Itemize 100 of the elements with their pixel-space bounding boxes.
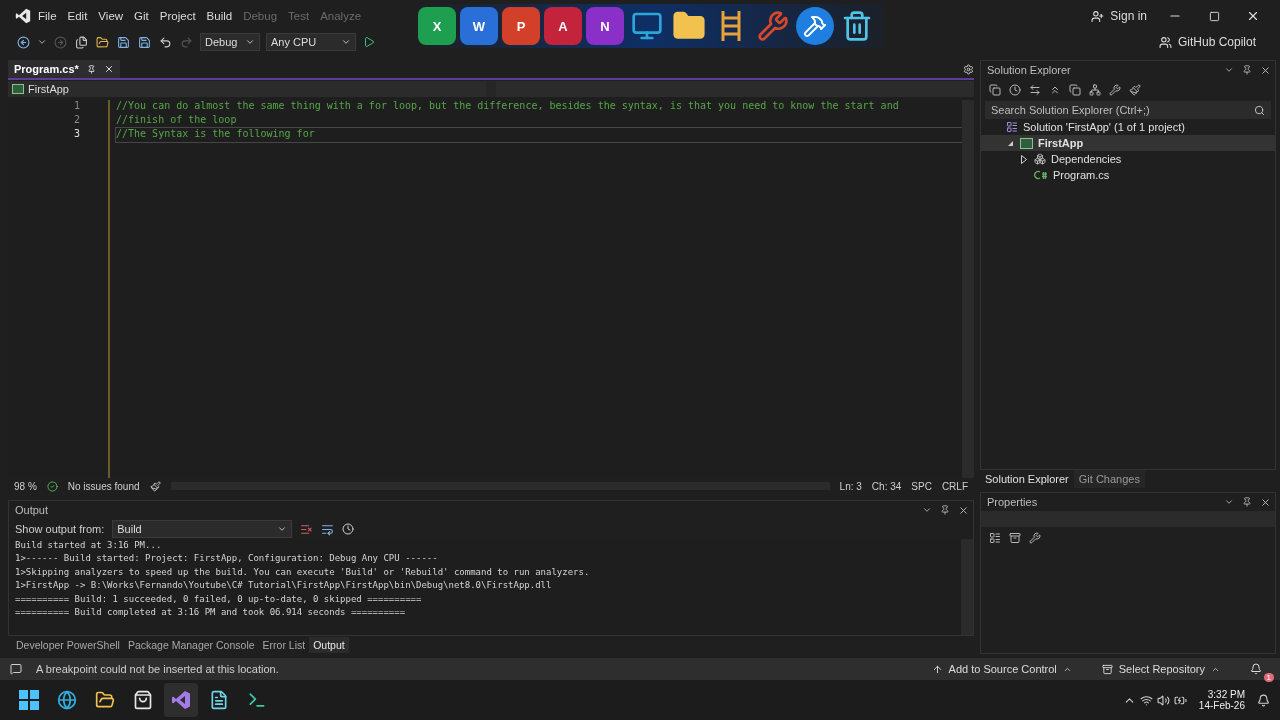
run-button[interactable] — [362, 35, 376, 49]
collapse-all-icon[interactable] — [1049, 84, 1061, 96]
caret-icon — [277, 524, 288, 534]
monitor-icon[interactable] — [631, 10, 663, 42]
issues-status[interactable]: No issues found — [67, 480, 140, 492]
save-icon — [138, 35, 151, 49]
whitespace-indicator[interactable]: SPC — [911, 480, 932, 492]
new-project-button[interactable] — [74, 34, 89, 50]
app-tile[interactable]: P — [502, 7, 540, 45]
app-tile[interactable]: N — [586, 7, 624, 45]
volume-icon[interactable] — [1156, 693, 1170, 707]
output-line: 1>FirstApp -> B:\Works\Fernando\Youtube\C# Tutorial\FirstApp\FirstApp\bin\Debug\net8.0\FirstApp.dll — [15, 580, 553, 593]
history-icon[interactable] — [1009, 84, 1021, 96]
settings-icon[interactable] — [963, 64, 974, 75]
clock-display[interactable]: 3:32 PM 14-Feb-26 — [1190, 689, 1253, 711]
tree-item[interactable]: Program.cs — [981, 167, 1275, 183]
project-dropdown[interactable]: FirstApp — [8, 81, 486, 97]
sign-in-button[interactable]: Sign in — [1083, 5, 1155, 27]
menu-item[interactable]: Project — [154, 6, 201, 26]
output-source-label: Show output from: — [15, 523, 105, 535]
caret-icon[interactable] — [1224, 497, 1234, 507]
folder-icon — [96, 35, 109, 49]
terminal-icon — [247, 690, 267, 710]
tree-item[interactable]: FirstApp — [981, 135, 1275, 151]
platform-dropdown[interactable]: Any CPU — [266, 33, 356, 51]
save-button[interactable] — [116, 34, 131, 50]
search-icon — [1253, 104, 1265, 116]
vertical-scrollbar[interactable] — [962, 100, 974, 478]
copy-icon[interactable] — [1069, 84, 1081, 96]
menu-item[interactable]: Build — [201, 6, 238, 26]
tree-item[interactable]: Solution 'FirstApp' (1 of 1 project) — [981, 119, 1275, 135]
wrench-icon[interactable] — [1029, 532, 1041, 544]
back-button[interactable] — [16, 34, 31, 50]
menu-item[interactable]: Edit — [62, 6, 93, 26]
panel-tab[interactable]: Package Manager Console — [123, 637, 259, 653]
trash-icon[interactable] — [841, 10, 873, 42]
collapse-icon[interactable] — [1006, 139, 1014, 147]
notepad-icon — [209, 690, 229, 710]
menu-item[interactable]: View — [93, 6, 129, 26]
code-line: //finish of the loop — [116, 114, 238, 127]
output-source-dropdown[interactable]: Build — [112, 520, 293, 538]
line-ending-indicator[interactable]: CRLF — [941, 480, 968, 492]
repository-button[interactable]: Select Repository — [1093, 659, 1228, 679]
output-line: ========== Build: 1 succeeded, 0 failed, 0 up-to-date, 0 skipped ========== — [15, 593, 423, 606]
configuration-dropdown[interactable]: Debug — [200, 33, 260, 51]
caret-icon — [341, 37, 351, 47]
menu-item[interactable]: Git — [129, 6, 154, 26]
search-field[interactable]: Search Solution Explorer (Ctrl+;) — [985, 101, 1247, 119]
visual-studio-icon — [171, 690, 191, 710]
panel-tab[interactable]: Output — [309, 637, 349, 653]
panel-tab[interactable]: Error List — [258, 637, 310, 653]
close-icon[interactable] — [1260, 496, 1271, 508]
pin-icon[interactable] — [1242, 497, 1252, 507]
line-indicator[interactable]: Ln: 3 — [839, 480, 862, 492]
caret-icon[interactable] — [922, 505, 932, 515]
open-folder-button[interactable] — [95, 34, 110, 50]
menu-item[interactable]: File — [33, 6, 62, 26]
code-line: //You can do almost the same thing with a for loop, but the difference, besides the syntax, is that you need to know the start and — [116, 100, 900, 113]
expand-icon[interactable] — [1021, 154, 1027, 164]
save-icon — [117, 35, 130, 49]
word-wrap-icon[interactable] — [321, 522, 335, 536]
brush-icon[interactable] — [149, 480, 161, 492]
clock-icon[interactable] — [342, 523, 355, 535]
caret-icon[interactable] — [1224, 65, 1234, 75]
windows-start-icon — [19, 690, 39, 710]
clear-all-icon[interactable] — [300, 522, 314, 536]
tree-item[interactable]: Dependencies — [981, 151, 1275, 167]
pin-icon[interactable] — [1242, 65, 1252, 75]
document-tab[interactable]: Program.cs* — [8, 60, 120, 78]
code-line: //The Syntax is the following for — [116, 128, 962, 142]
panel-title: Solution Explorer — [987, 64, 1071, 76]
tree-view-icon[interactable] — [1089, 84, 1101, 96]
wrench-icon[interactable] — [757, 10, 789, 42]
line-number: 2 — [72, 114, 81, 127]
hammer-icon — [803, 14, 827, 38]
pin-icon[interactable] — [940, 505, 950, 515]
save-all-button[interactable] — [137, 34, 152, 50]
source-control-button[interactable]: Add to Source Control — [923, 659, 1080, 679]
copilot-button[interactable]: GitHub Copilot — [1150, 31, 1264, 53]
sync-icon[interactable] — [1029, 84, 1041, 96]
app-tile[interactable]: W — [460, 7, 498, 45]
categorized-icon[interactable] — [989, 532, 1001, 544]
person-add-icon — [1091, 9, 1105, 23]
wrench-icon[interactable] — [1109, 84, 1121, 96]
hammer-button[interactable] — [796, 7, 834, 45]
bell-icon — [1250, 663, 1262, 675]
app-tile[interactable]: A — [544, 7, 582, 45]
close-icon[interactable] — [958, 504, 969, 516]
panel-tab[interactable]: Git Changes — [1073, 470, 1145, 488]
network-icon[interactable] — [1139, 693, 1153, 707]
arrow-up-icon — [931, 663, 943, 675]
play-icon — [363, 36, 375, 48]
notification-icon[interactable] — [1257, 693, 1270, 707]
close-icon[interactable] — [1260, 64, 1271, 76]
column-indicator[interactable]: Ch: 34 — [871, 480, 902, 492]
zoom-level[interactable]: 98 % — [14, 480, 37, 492]
search-button[interactable] — [1247, 101, 1271, 119]
solution-icon — [1006, 121, 1018, 133]
project-icon — [1020, 137, 1033, 149]
panel-tab[interactable]: Developer PowerShell — [12, 637, 124, 653]
